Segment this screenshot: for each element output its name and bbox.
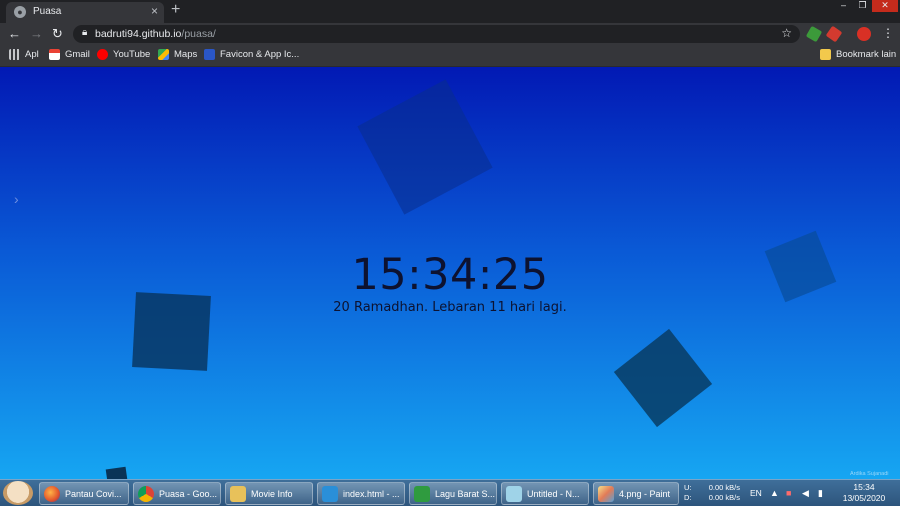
bookmark-other[interactable]: Bookmark lain	[820, 49, 896, 60]
tab-strip: ● Puasa × + – ❐ ✕	[0, 0, 900, 23]
restore-icon[interactable]: ❐	[853, 0, 872, 12]
profile-avatar[interactable]	[857, 27, 871, 41]
net-down-label: D:	[684, 493, 692, 502]
taskbar-app-label: Pantau Covi...	[65, 488, 122, 499]
close-icon[interactable]: ×	[151, 4, 158, 18]
bookmark-apl[interactable]: Apl	[9, 49, 39, 60]
tab-title: Puasa	[33, 6, 62, 17]
antivirus-icon[interactable]: ■	[786, 488, 791, 498]
system-date: 13/05/2020	[842, 493, 886, 503]
bookmarks-bar: Apl Gmail YouTube Maps Favicon & App Ic.…	[0, 45, 900, 67]
floating-square	[357, 79, 493, 215]
taskbar: Pantau Covi... Puasa - Goo... Movie Info…	[0, 479, 900, 506]
bookmark-maps[interactable]: Maps	[158, 49, 197, 60]
forward-icon[interactable]: →	[30, 26, 43, 41]
bookmark-star-icon[interactable]: ☆	[781, 26, 792, 40]
bookmark-label: Gmail	[65, 49, 90, 60]
url-text[interactable]: badruti94.github.io/puasa/	[95, 28, 216, 40]
taskbar-app-label: index.html - ...	[343, 488, 400, 499]
window-close-icon[interactable]: ✕	[872, 0, 898, 12]
browser-toolbar: ← → ↻ 🔒︎ badruti94.github.io/puasa/ ☆ ⋮	[0, 23, 900, 45]
taskbar-app-label: Lagu Barat S...	[435, 488, 496, 499]
volume-icon[interactable]: ◀	[802, 488, 809, 499]
new-tab-button[interactable]: +	[171, 1, 180, 19]
net-down-value: 0.00 kB/s	[708, 493, 740, 502]
taskbar-app[interactable]: Lagu Barat S...	[409, 482, 497, 505]
bookmark-label: YouTube	[113, 49, 151, 60]
tray-expand-icon[interactable]: ▲	[770, 488, 779, 498]
youtube-icon	[97, 49, 108, 60]
url-path: /puasa/	[181, 28, 216, 40]
countdown-clock: 15:34:25	[351, 250, 549, 300]
network-meter: U: 0.00 kB/s D: 0.00 kB/s	[684, 483, 740, 503]
gmail-icon	[49, 49, 60, 60]
system-clock[interactable]: 15:34 13/05/2020	[834, 482, 894, 504]
firefox-icon	[44, 485, 60, 502]
ramadhan-status: 20 Ramadhan. Lebaran 11 hari lagi.	[333, 300, 567, 315]
vscode-icon	[322, 485, 338, 502]
folder-icon	[230, 485, 246, 502]
language-indicator[interactable]: EN	[750, 488, 762, 498]
taskbar-app[interactable]: Movie Info	[225, 482, 313, 505]
minimize-icon[interactable]: –	[834, 0, 853, 12]
watermark: Ardika Sujanadi	[850, 471, 889, 477]
floating-square	[105, 466, 129, 479]
page-viewport: › 15:34:25 20 Ramadhan. Lebaran 11 hari …	[0, 67, 900, 479]
bookmark-favicon[interactable]: Favicon & App Ic...	[204, 49, 299, 60]
chevron-right-icon[interactable]: ›	[14, 191, 19, 207]
apps-icon	[9, 49, 20, 60]
taskbar-app[interactable]: Pantau Covi...	[39, 482, 129, 505]
taskbar-app-label: Untitled - N...	[527, 488, 580, 499]
bookmark-youtube[interactable]: YouTube	[97, 49, 150, 60]
bookmark-label: Favicon & App Ic...	[220, 49, 300, 60]
tab-puasa[interactable]: ● Puasa ×	[6, 2, 164, 23]
start-button[interactable]	[3, 481, 33, 505]
back-icon[interactable]: ←	[8, 26, 21, 41]
url-host: badruti94.github.io	[95, 28, 182, 40]
floating-square	[613, 328, 713, 428]
signal-icon[interactable]: ▮	[818, 488, 823, 499]
taskbar-app[interactable]: 4.png - Paint	[593, 482, 679, 505]
extension-red-icon[interactable]	[825, 25, 843, 43]
menu-icon[interactable]: ⋮	[882, 26, 894, 40]
net-up-label: U:	[684, 483, 692, 492]
taskbar-app[interactable]: Untitled - N...	[501, 482, 589, 505]
taskbar-app-label: Movie Info	[251, 488, 293, 499]
chrome-icon	[138, 485, 154, 502]
bookmark-label: Maps	[174, 49, 198, 60]
reload-icon[interactable]: ↻	[52, 26, 63, 42]
paint-icon	[598, 485, 614, 502]
taskbar-app-label: Puasa - Goo...	[159, 488, 218, 499]
system-time: 15:34	[853, 482, 875, 492]
address-bar[interactable]: 🔒︎ badruti94.github.io/puasa/ ☆	[73, 25, 800, 43]
favicon-generator-icon	[204, 49, 215, 60]
maps-icon	[158, 49, 169, 60]
bookmark-label: Apl	[25, 49, 39, 60]
bookmark-gmail[interactable]: Gmail	[49, 49, 90, 60]
taskbar-app[interactable]: Puasa - Goo...	[133, 482, 221, 505]
media-player-icon	[414, 485, 430, 502]
notepad-icon	[506, 485, 522, 502]
folder-icon	[820, 49, 831, 60]
taskbar-app-label: 4.png - Paint	[619, 488, 671, 499]
globe-icon: ●	[14, 6, 26, 18]
lock-icon: 🔒︎	[82, 27, 88, 38]
bookmark-label: Bookmark lain	[836, 49, 897, 60]
taskbar-app[interactable]: index.html - ...	[317, 482, 405, 505]
net-up-value: 0.00 kB/s	[708, 483, 740, 492]
extension-green-icon[interactable]	[805, 25, 823, 43]
